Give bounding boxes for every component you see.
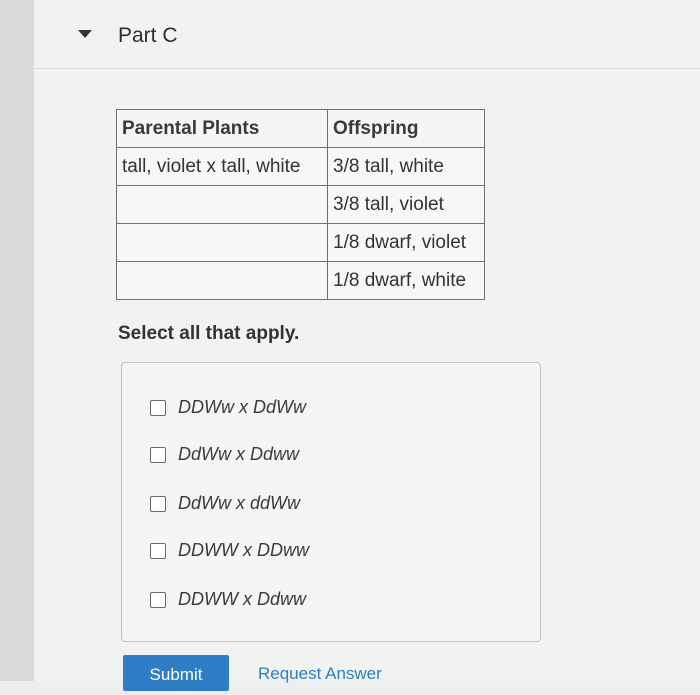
- answer-option[interactable]: DdWw x ddWw: [150, 493, 300, 514]
- column-header-offspring: Offspring: [327, 109, 485, 148]
- answer-option-label: DdWw x Ddww: [178, 444, 300, 464]
- instructions: Select all that apply.: [118, 323, 300, 344]
- table-cell-parents: [116, 223, 328, 262]
- table-row: 1/8 dwarf, white: [116, 261, 485, 300]
- header-divider: [34, 68, 700, 69]
- answer-option-label: DDWW x Ddww: [178, 589, 306, 609]
- table-cell-offspring: 1/8 dwarf, violet: [327, 223, 485, 262]
- request-answer-link[interactable]: Request Answer: [258, 664, 382, 684]
- answer-option-label: DdWw x ddWw: [178, 493, 301, 513]
- table-cell-offspring: 3/8 tall, white: [327, 147, 485, 186]
- answer-option[interactable]: DDWW x DDww: [150, 540, 309, 561]
- answer-option[interactable]: DDWw x DdWw: [150, 397, 306, 418]
- left-edge-strip: [0, 0, 34, 681]
- checkbox[interactable]: [150, 495, 166, 512]
- table-cell-parents: tall, violet x tall, white: [116, 147, 328, 186]
- table-row: 3/8 tall, violet: [116, 185, 485, 224]
- submit-button[interactable]: Submit: [123, 655, 229, 691]
- table-cell-offspring: 3/8 tall, violet: [327, 185, 485, 224]
- table-row: 1/8 dwarf, violet: [116, 223, 485, 262]
- answer-option[interactable]: DdWw x Ddww: [150, 444, 299, 465]
- checkbox[interactable]: [150, 399, 166, 416]
- answer-option-label: DDWw x DdWw: [178, 397, 306, 417]
- table-row: tall, violet x tall, white 3/8 tall, whi…: [116, 147, 485, 186]
- table-cell-parents: [116, 185, 328, 224]
- table-cell-offspring: 1/8 dwarf, white: [327, 261, 485, 300]
- part-title: Part C: [118, 24, 178, 47]
- column-header-parental-plants: Parental Plants: [116, 109, 328, 148]
- checkbox[interactable]: [150, 446, 166, 463]
- checkbox[interactable]: [150, 591, 166, 608]
- answer-option-label: DDWW x DDww: [178, 540, 309, 560]
- answer-option[interactable]: DDWW x Ddww: [150, 589, 306, 610]
- cross-table: Parental Plants Offspring tall, violet x…: [116, 109, 485, 300]
- table-header-row: Parental Plants Offspring: [116, 109, 485, 148]
- collapse-triangle-icon[interactable]: [78, 30, 92, 38]
- checkbox[interactable]: [150, 542, 166, 559]
- answer-options-box: DDWw x DdWw DdWw x Ddww DdWw x ddWw DDWW…: [121, 362, 541, 642]
- table-cell-parents: [116, 261, 328, 300]
